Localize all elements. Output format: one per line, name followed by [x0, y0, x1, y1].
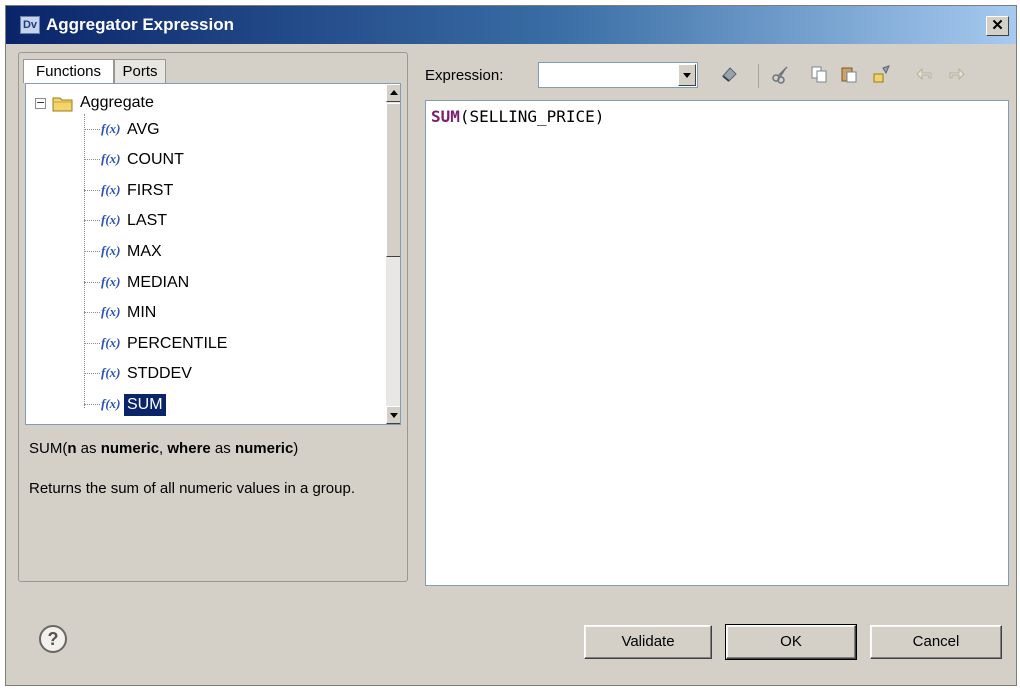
function-icon: f(x)	[101, 365, 121, 380]
function-icon: f(x)	[101, 274, 121, 289]
tree-node-aggregate[interactable]: Aggregate	[80, 94, 154, 112]
expression-text: SUM(SELLING_PRICE)	[431, 107, 604, 126]
expression-editor[interactable]: SUM(SELLING_PRICE)	[425, 100, 1009, 586]
tree-item-median[interactable]: f(x) MEDIAN	[84, 268, 384, 298]
function-description: SUM(n as numeric, where as numeric) Retu…	[29, 438, 399, 500]
toolbar-separator	[758, 64, 759, 88]
function-help-text: Returns the sum of all numeric values in…	[29, 480, 355, 497]
copy-icon[interactable]	[807, 64, 831, 88]
function-icon: f(x)	[101, 243, 121, 258]
validate-button[interactable]: Validate	[584, 625, 712, 659]
function-icon: f(x)	[101, 396, 121, 411]
expression-label: Expression:	[425, 67, 504, 84]
tree-item-sum[interactable]: f(x) SUM	[84, 390, 384, 420]
tree-item-label: MIN	[127, 304, 157, 321]
cancel-button[interactable]: Cancel	[870, 625, 1002, 659]
tree-item-label: STDDEV	[127, 365, 192, 382]
function-signature: SUM(n as numeric, where as numeric)	[29, 440, 299, 457]
tree-item-max[interactable]: f(x) MAX	[84, 237, 384, 267]
cut-icon[interactable]	[769, 64, 793, 88]
tree-item-label: AVG	[127, 121, 160, 138]
undo-icon[interactable]	[913, 64, 937, 88]
collapse-icon[interactable]: −	[35, 97, 46, 109]
functions-panel: Functions Ports − Aggregate f(x) AVG f(x…	[18, 52, 408, 582]
scroll-down-button[interactable]	[386, 406, 400, 424]
folder-icon	[52, 97, 73, 112]
scroll-thumb[interactable]	[386, 103, 400, 257]
tree-item-label: PERCENTILE	[127, 335, 228, 352]
function-icon: f(x)	[101, 335, 121, 350]
tree-item-label: COUNT	[127, 151, 184, 168]
redo-icon[interactable]	[944, 64, 968, 88]
combo-dropdown-button[interactable]	[678, 64, 696, 86]
tab-functions[interactable]: Functions	[23, 59, 114, 83]
help-icon[interactable]: ?	[39, 625, 67, 653]
function-icon: f(x)	[101, 182, 121, 197]
tab-ports[interactable]: Ports	[114, 59, 166, 83]
app-icon: Dv	[20, 16, 40, 34]
eraser-icon[interactable]	[718, 64, 742, 88]
expression-args: (SELLING_PRICE)	[459, 107, 605, 126]
function-tree: − Aggregate f(x) AVG f(x) COUNT f(x) FIR…	[25, 83, 401, 425]
function-icon: f(x)	[101, 121, 121, 136]
tree-item-label-selected: SUM	[124, 394, 166, 416]
ok-button[interactable]: OK	[725, 624, 857, 660]
function-icon: f(x)	[101, 304, 121, 319]
format-icon[interactable]	[869, 64, 893, 88]
tree-item-avg[interactable]: f(x) AVG	[84, 115, 384, 145]
close-button[interactable]: ✕	[986, 16, 1009, 36]
tree-item-first[interactable]: f(x) FIRST	[84, 176, 384, 206]
tree-item-label: MAX	[127, 243, 162, 260]
tree-item-stddev[interactable]: f(x) STDDEV	[84, 359, 384, 389]
scroll-up-button[interactable]	[386, 84, 400, 102]
tree-item-label: LAST	[127, 212, 168, 229]
tree-item-label: FIRST	[127, 182, 174, 199]
arrow-up-icon	[390, 90, 398, 95]
tree-item-last[interactable]: f(x) LAST	[84, 206, 384, 236]
dialog-title: Aggregator Expression	[46, 15, 234, 34]
function-icon: f(x)	[101, 151, 121, 166]
tree-item-label: MEDIAN	[127, 274, 190, 291]
expression-keyword: SUM	[431, 107, 460, 126]
tree-item-percentile[interactable]: f(x) PERCENTILE	[84, 329, 384, 359]
title-bar: Dv Aggregator Expression ✕	[6, 6, 1016, 44]
tree-item-count[interactable]: f(x) COUNT	[84, 145, 384, 175]
tree-scrollbar[interactable]	[386, 84, 400, 424]
arrow-down-icon	[390, 413, 398, 418]
function-icon: f(x)	[101, 212, 121, 227]
tree-item-min[interactable]: f(x) MIN	[84, 298, 384, 328]
expression-combo[interactable]	[538, 62, 698, 88]
chevron-down-icon	[683, 73, 691, 78]
paste-icon[interactable]	[837, 64, 861, 88]
